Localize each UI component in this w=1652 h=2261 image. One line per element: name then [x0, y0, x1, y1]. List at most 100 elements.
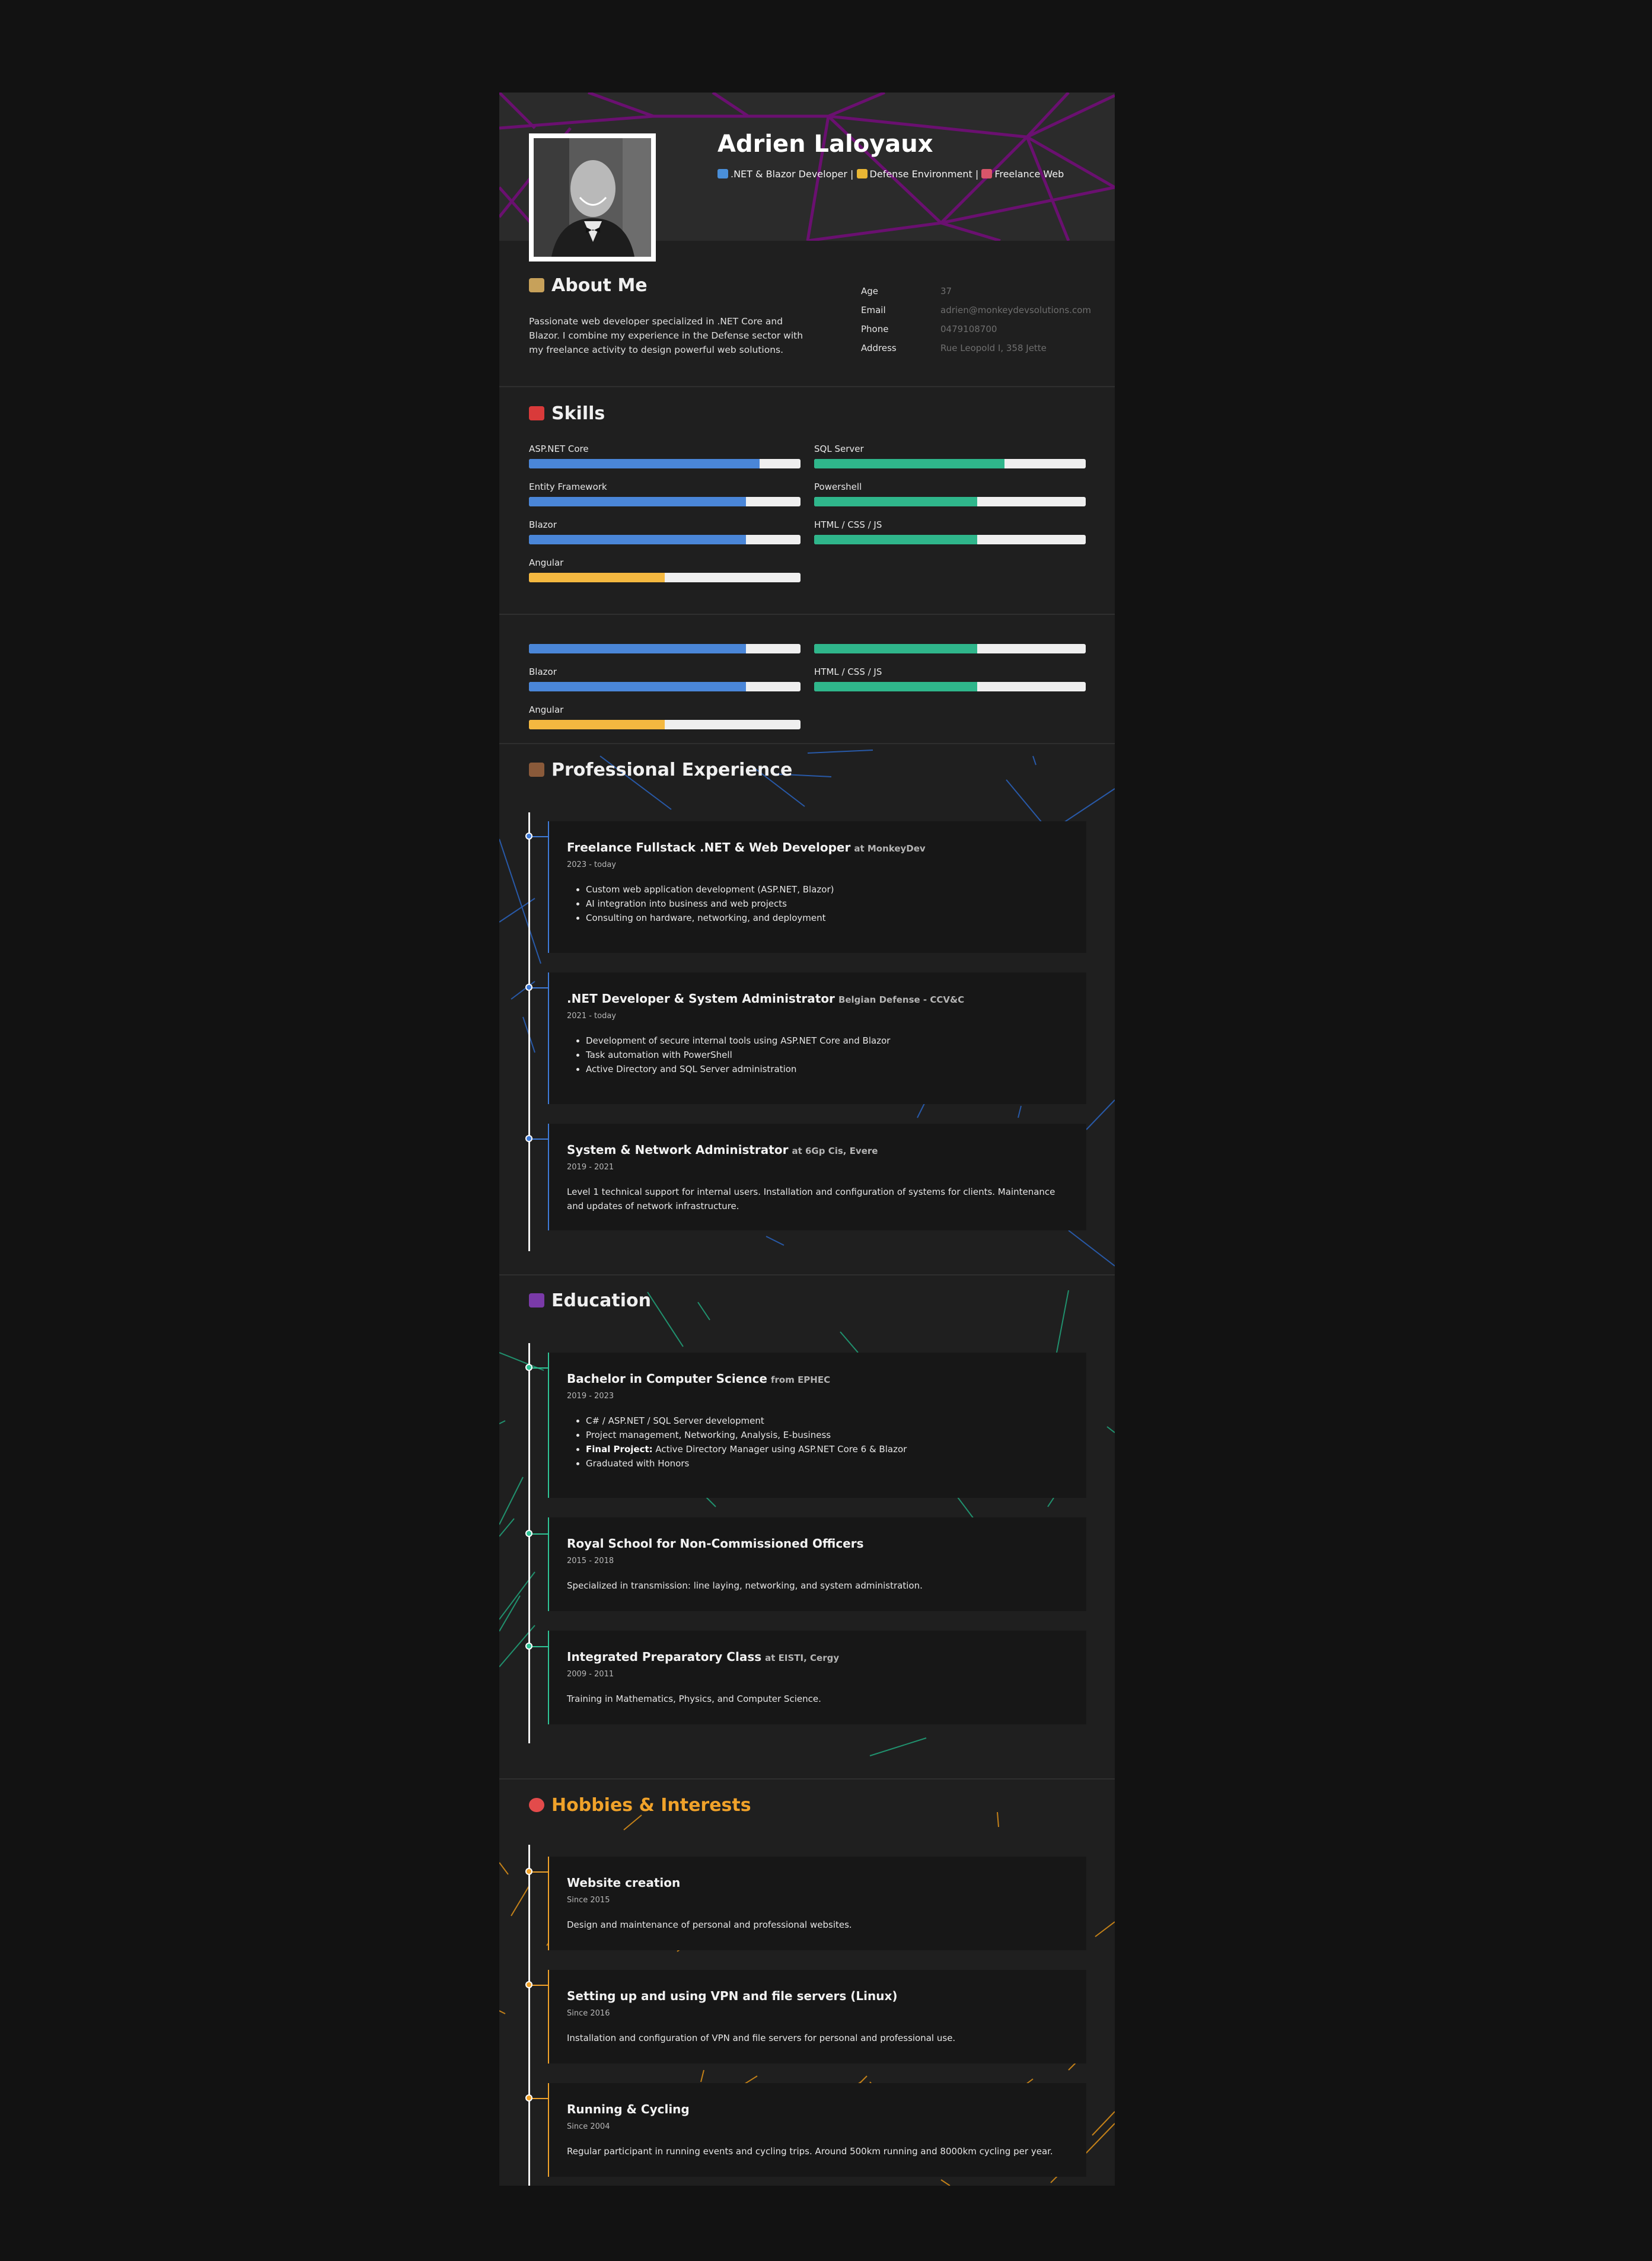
hobbies-title: Hobbies & Interests: [529, 1795, 751, 1816]
skill-bar: [814, 535, 1086, 544]
experience-title: Professional Experience: [529, 760, 792, 780]
degree-details: C# / ASP.NET / SQL Server development Pr…: [567, 1414, 1066, 1471]
timeline-dot: [525, 984, 532, 991]
hobby-card: Setting up and using VPN and file server…: [548, 1970, 1086, 2064]
skill-label: Angular: [529, 704, 564, 715]
resume-page: Adrien Laloyaux .NET & Blazor Developer …: [499, 93, 1115, 2186]
education-title: Education: [529, 1290, 651, 1311]
timeline-dot: [525, 833, 532, 840]
skill-item: Angular: [529, 557, 801, 582]
person-icon: [529, 278, 544, 292]
list-item: Task automation with PowerShell: [586, 1048, 1066, 1062]
helmet-icon: [856, 169, 868, 178]
skill-bar: [529, 644, 801, 653]
hobby-title: Running & Cycling: [567, 2102, 690, 2116]
skill-label: Entity Framework: [529, 481, 607, 492]
profile-name: Adrien Laloyaux: [717, 130, 933, 158]
skill-bar-fill: [529, 459, 760, 468]
list-item: C# / ASP.NET / SQL Server development: [586, 1414, 1066, 1428]
timeline-dot: [525, 1364, 532, 1371]
laptop-icon: [717, 169, 728, 178]
hobby-since: Since 2016: [567, 2009, 610, 2018]
degree-title: Bachelor in Computer Science: [567, 1372, 767, 1386]
hobby-card: Running & Cycling Since 2004 Regular par…: [548, 2083, 1086, 2177]
skill-item: [529, 629, 801, 653]
list-item: Development of secure internal tools usi…: [586, 1034, 1066, 1048]
skill-bar-fill: [529, 573, 665, 582]
hobby-title: Setting up and using VPN and file server…: [567, 1989, 898, 2003]
section-divider: [499, 1274, 1115, 1275]
hobbies-timeline: [528, 1845, 530, 2186]
skill-item: Angular: [529, 704, 801, 729]
job-date: 2021 - today: [567, 1012, 617, 1021]
skill-label: [529, 629, 801, 644]
skill-bar-fill: [529, 644, 747, 653]
skill-bar: [814, 682, 1086, 691]
skill-label: Blazor: [529, 519, 557, 530]
timeline-dot: [525, 1981, 532, 1988]
skill-bar-fill: [814, 644, 977, 653]
tagline-freelance: Freelance Web: [994, 168, 1064, 180]
education-card: Integrated Preparatory Class at EISTI, Ce…: [548, 1631, 1086, 1724]
skill-item: HTML / CSS / JS: [814, 519, 1086, 544]
education-card: Royal School for Non-Commissioned Office…: [548, 1517, 1086, 1611]
degree-date: 2019 - 2023: [567, 1392, 614, 1401]
hobby-title: Website creation: [567, 1876, 681, 1890]
job-org: Belgian Defense - CCV&C: [838, 994, 965, 1005]
list-item: Custom web application development (ASP.…: [586, 882, 1066, 897]
timeline-dot: [525, 1643, 532, 1650]
hobby-description: Design and maintenance of personal and p…: [567, 1919, 852, 1930]
education-timeline: [528, 1343, 530, 1743]
skill-bar: [814, 497, 1086, 506]
list-item: Graduated with Honors: [586, 1456, 1066, 1471]
degree-title: Integrated Preparatory Class: [567, 1650, 762, 1664]
degree-date: 2015 - 2018: [567, 1557, 614, 1565]
skill-label: HTML / CSS / JS: [814, 519, 882, 530]
timeline-dot: [525, 1135, 532, 1142]
skill-bar-fill: [814, 497, 977, 506]
skill-bar: [529, 459, 801, 468]
experience-timeline: [528, 812, 530, 1251]
target-icon: [529, 1798, 544, 1812]
profile-tagline: .NET & Blazor Developer | Defense Enviro…: [717, 168, 1064, 180]
degree-description: Specialized in transmission: line laying…: [567, 1580, 923, 1591]
profile-photo: [534, 138, 651, 257]
skills-title: Skills: [529, 403, 605, 424]
skill-bar: [529, 720, 801, 729]
hobby-description: Installation and configuration of VPN an…: [567, 2033, 956, 2043]
skill-bar-fill: [529, 497, 747, 506]
degree-date: 2009 - 2011: [567, 1670, 614, 1679]
briefcase-icon: [529, 763, 544, 777]
job-date: 2023 - today: [567, 860, 617, 869]
job-org: at MonkeyDev: [854, 843, 926, 854]
job-title: System & Network Administrator: [567, 1143, 789, 1157]
job-org: at 6Gp Cis, Evere: [792, 1146, 878, 1156]
section-divider: [499, 386, 1115, 387]
experience-card: .NET Developer & System Administrator Bel…: [548, 972, 1086, 1104]
skill-bar: [529, 682, 801, 691]
skill-item: HTML / CSS / JS: [814, 666, 1086, 691]
job-duties: Custom web application development (ASP.…: [567, 882, 1066, 925]
graduation-cap-icon: [529, 1293, 544, 1308]
education-card: Bachelor in Computer Science from EPHEC 2…: [548, 1353, 1086, 1498]
skill-label: ASP.NET Core: [529, 444, 589, 454]
list-item: AI integration into business and web pro…: [586, 897, 1066, 911]
hobby-description: Regular participant in running events an…: [567, 2146, 1053, 2157]
hobby-card: Website creation Since 2015 Design and m…: [548, 1857, 1086, 1950]
skill-item: Powershell: [814, 481, 1086, 506]
skill-bar: [814, 644, 1086, 653]
about-title: About Me: [529, 275, 648, 296]
hobby-since: Since 2004: [567, 2122, 610, 2131]
job-title: .NET Developer & System Administrator: [567, 991, 835, 1006]
experience-card: System & Network Administrator at 6Gp Cis…: [548, 1124, 1086, 1230]
job-description: Level 1 technical support for internal u…: [567, 1187, 1055, 1211]
degree-description: Training in Mathematics, Physics, and Co…: [567, 1694, 821, 1704]
list-item: Project management, Networking, Analysis…: [586, 1428, 1066, 1442]
job-date: 2019 - 2021: [567, 1163, 614, 1172]
section-divider: [499, 743, 1115, 744]
skill-bar-fill: [529, 720, 665, 729]
skill-item: Entity Framework: [529, 481, 801, 506]
skill-label: SQL Server: [814, 444, 864, 454]
timeline-dot: [525, 2094, 532, 2101]
skill-bar-fill: [814, 535, 977, 544]
